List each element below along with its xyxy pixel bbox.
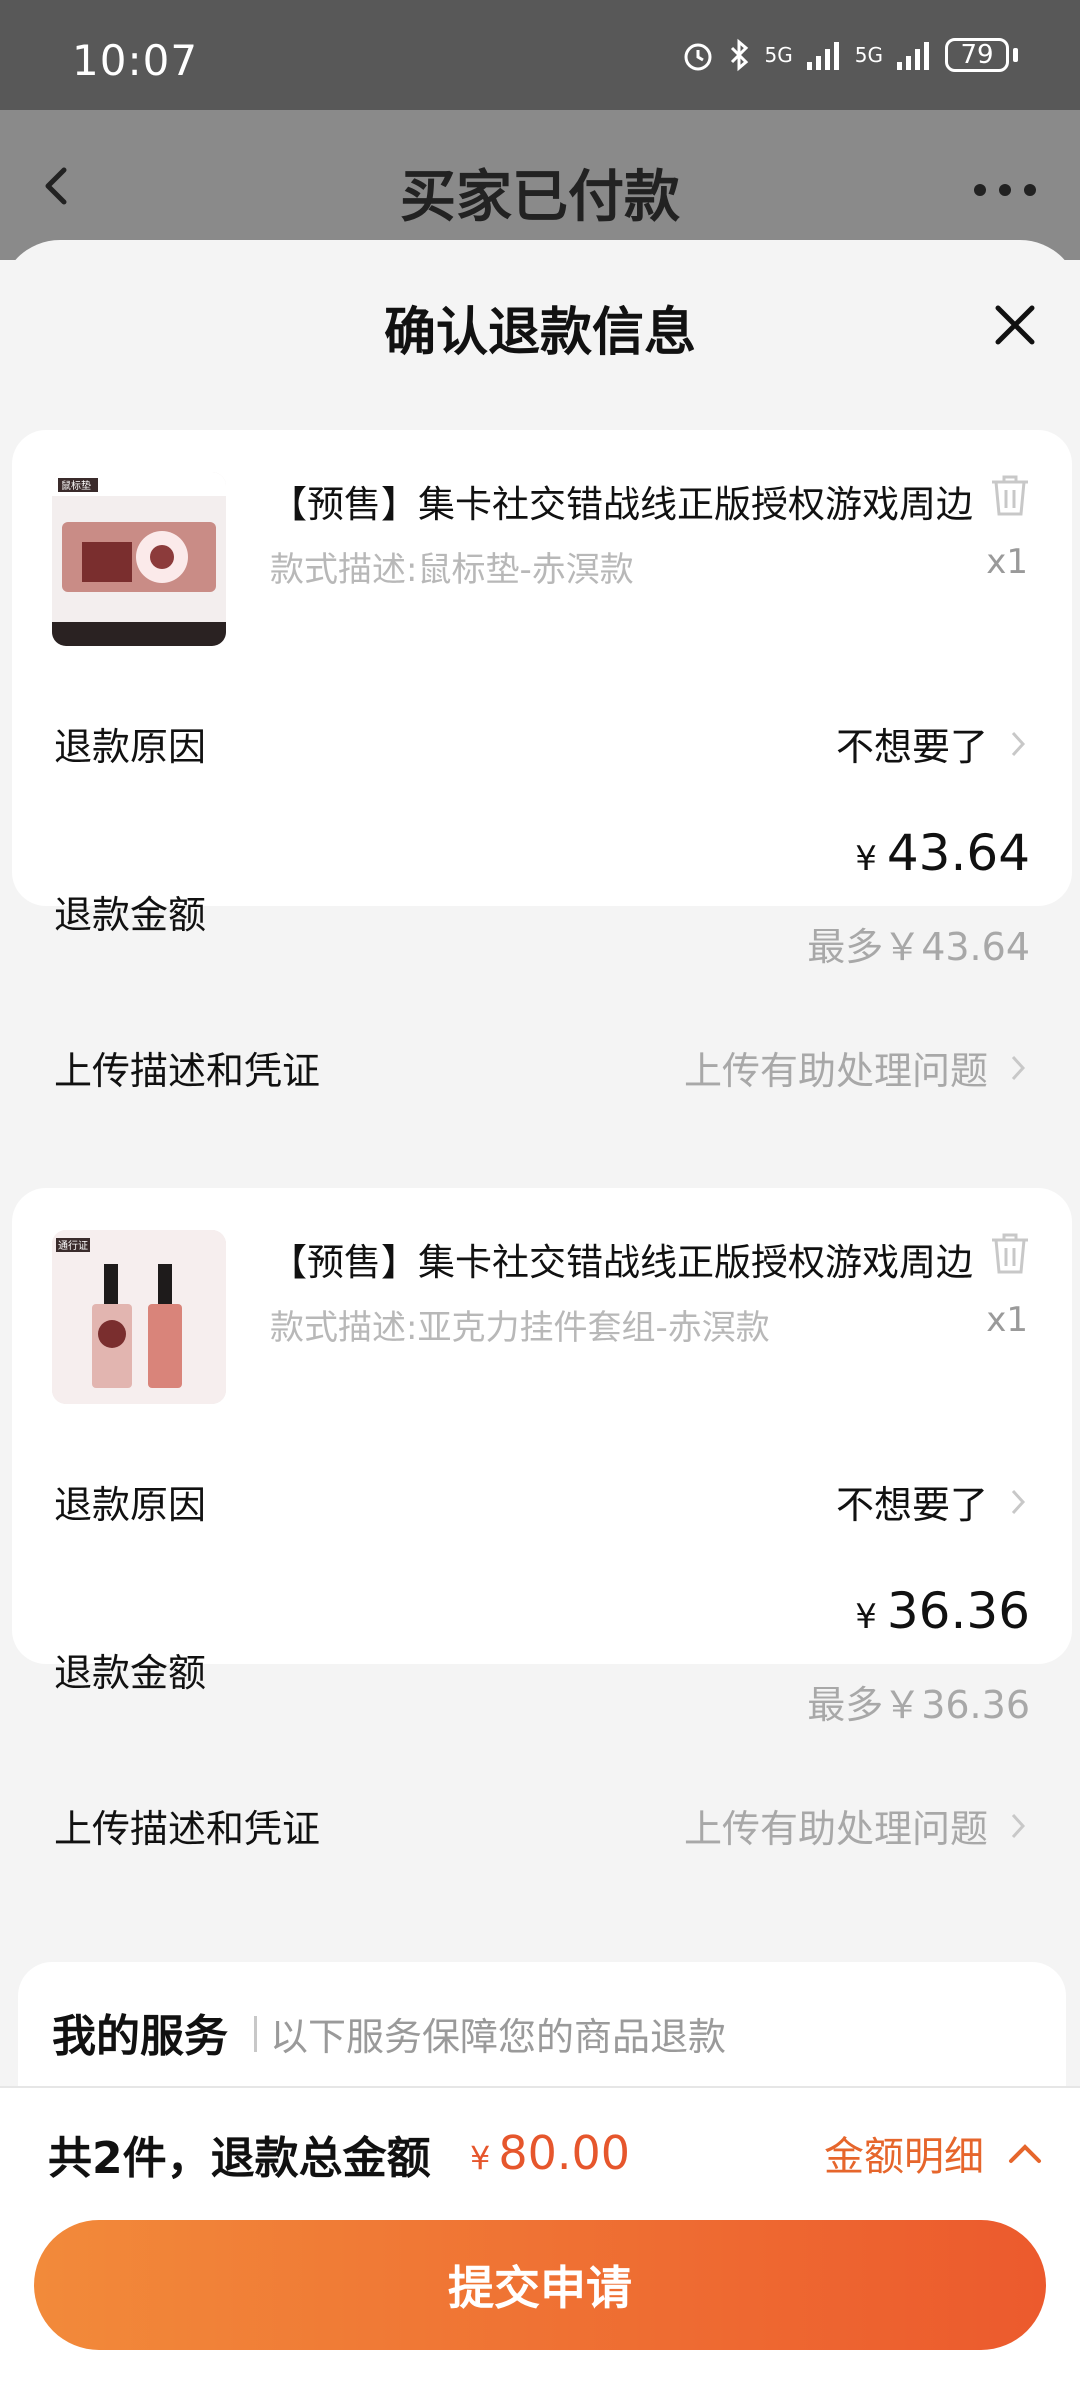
product-quantity: x1 [986,542,1028,582]
bluetooth-icon [730,38,748,72]
product-thumbnail[interactable]: 通行证 [52,1230,226,1404]
refund-amount-value: 43.64 [886,824,1030,882]
divider [254,2016,257,2052]
chevron-up-icon [1009,2144,1041,2163]
refund-reason-selector[interactable]: 不想要了 [836,716,1026,771]
chevron-right-icon [1011,1055,1026,1080]
network-label-1: 5G [764,43,793,67]
battery-level: 79 [960,40,994,70]
refund-amount-label: 退款金额 [54,893,207,937]
product-thumbnail[interactable]: 鼠标垫 [52,472,226,646]
upload-evidence-label: 上传描述和凭证 [54,1807,321,1851]
product-variant: 款式描述:鼠标垫-赤溟款 [270,550,634,590]
page-title: 买家已付款 [400,165,680,230]
more-icon[interactable] [970,180,1040,200]
chevron-right-icon [1011,1489,1026,1514]
refund-reason-label: 退款原因 [54,1483,207,1527]
upload-evidence-link[interactable]: 上传有助处理问题 [684,1798,1026,1853]
refund-reason-selector[interactable]: 不想要了 [836,1474,1026,1529]
upload-evidence-hint: 上传有助处理问题 [683,1807,988,1851]
product-title[interactable]: 【预售】集卡社交错战线正版授权游戏周边 [270,474,990,528]
total-label: 共2件，退款总金额 [48,2133,431,2184]
battery-nub [1013,48,1018,62]
currency-symbol: ¥ [855,839,877,879]
footer-bar: 共2件，退款总金额 ¥80.00 金额明细 提交申请 [0,2086,1080,2400]
thumb-label: 通行证 [58,1239,88,1252]
refund-item-card: 通行证 【预售】集卡社交错战线正版授权游戏周边 款式描述:亚克力挂件套组-赤溟款… [12,1188,1072,1851]
trash-icon[interactable] [988,472,1032,518]
product-variant: 款式描述:亚克力挂件套组-赤溟款 [270,1308,770,1348]
refund-reason-value: 不想要了 [835,725,988,769]
product-title[interactable]: 【预售】集卡社交错战线正版授权游戏周边 [270,1232,990,1286]
refund-reason-value: 不想要了 [835,1483,988,1527]
nav-bar: 买家已付款 [0,110,1080,260]
network-label-2: 5G [854,43,883,67]
refund-amount-value: 36.36 [886,1582,1030,1640]
refund-reason-label: 退款原因 [54,725,207,769]
service-title: 我的服务 [52,2011,228,2062]
refund-amount-input[interactable]: ¥36.36 [855,1582,1030,1640]
alarm-icon [684,43,712,71]
max-refund-amount: 最多￥36.36 [807,1683,1030,1727]
status-bar: 10:07 5G 5G 79 [0,0,1080,110]
upload-evidence-hint: 上传有助处理问题 [683,1049,988,1093]
product-image: 鼠标垫 [52,472,226,646]
thumb-label: 鼠标垫 [61,479,91,492]
chevron-right-icon [1011,1813,1026,1838]
amount-detail-label: 金额明细 [824,2134,984,2180]
amount-detail-button[interactable]: 金额明细 [824,2124,1042,2182]
sheet-title: 确认退款信息 [383,303,696,363]
refund-amount-input[interactable]: ¥43.64 [855,824,1030,882]
product-quantity: x1 [986,1300,1028,1340]
battery-icon: 79 [945,38,1009,72]
max-refund-amount: 最多￥43.64 [807,925,1030,969]
product-image: 通行证 [52,1230,226,1404]
submit-button[interactable]: 提交申请 [34,2220,1046,2350]
total-amount-value: 80.00 [498,2126,631,2180]
refund-item-card: 鼠标垫 【预售】集卡社交错战线正版授权游戏周边 款式描述:鼠标垫-赤溟款 x1 … [12,430,1072,1093]
total-amount: ¥80.00 [470,2126,630,2180]
currency-symbol: ¥ [470,2139,491,2177]
close-icon[interactable] [990,300,1040,350]
signal-icon-1 [806,42,839,70]
trash-icon[interactable] [988,1230,1032,1276]
status-time: 10:07 [72,36,199,85]
service-subtitle: 以下服务保障您的商品退款 [270,2015,727,2059]
status-icons: 5G 5G 79 [681,38,1018,72]
upload-evidence-label: 上传描述和凭证 [54,1049,321,1093]
upload-evidence-link[interactable]: 上传有助处理问题 [684,1040,1026,1095]
refund-amount-label: 退款金额 [54,1651,207,1695]
signal-icon-2 [897,42,929,70]
chevron-right-icon [1011,731,1026,756]
currency-symbol: ¥ [855,1597,877,1637]
